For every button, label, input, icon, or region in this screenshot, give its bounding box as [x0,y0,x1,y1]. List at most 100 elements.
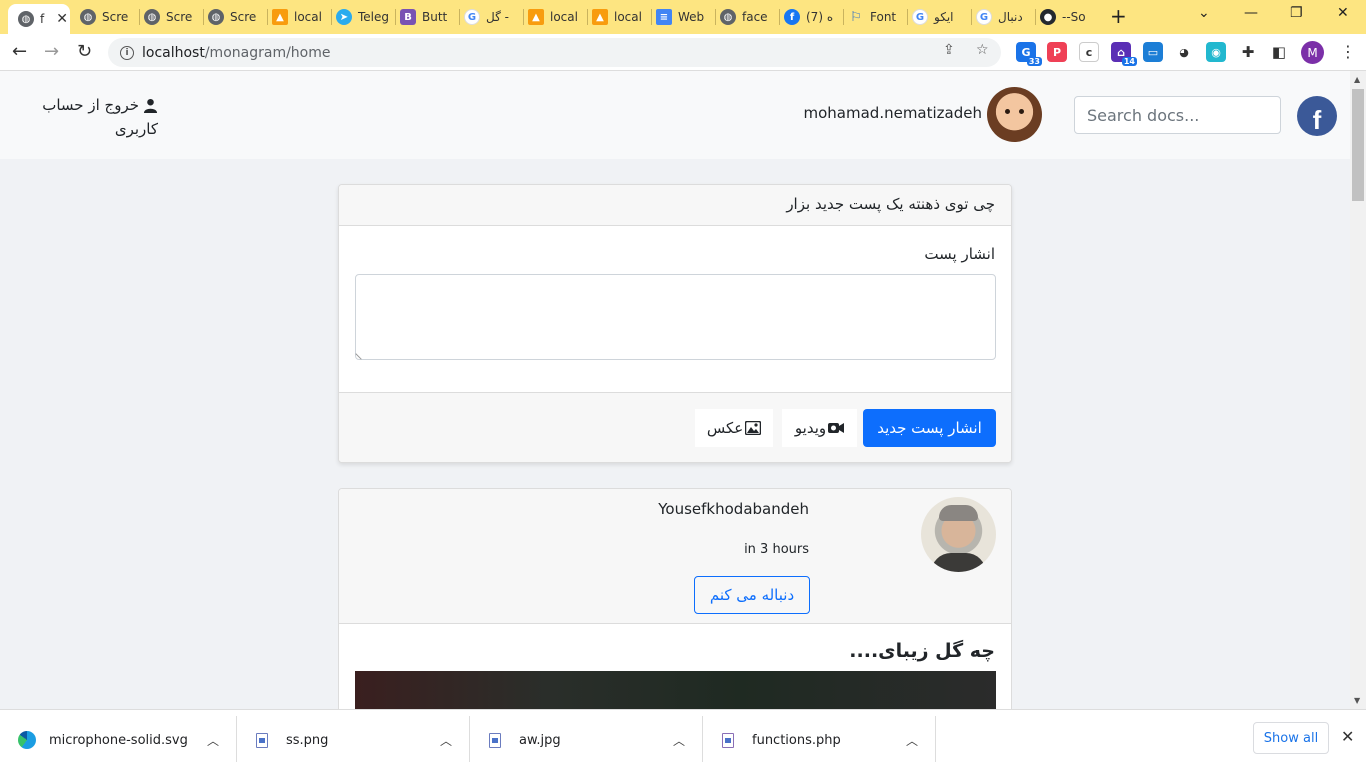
tab[interactable]: B Butt [400,6,460,28]
downloads-bar: microphone-solid.svg ︿ ss.png ︿ aw.jpg ︿… [0,709,1366,768]
tab[interactable]: ◍ Scre [144,6,204,28]
tab[interactable]: G ایکو [912,6,972,28]
minimize-icon[interactable]: — [1244,5,1258,21]
share-icon[interactable]: ⇪ [943,42,955,58]
tab[interactable]: G گل - [464,6,524,28]
chevron-up-icon[interactable]: ︿ [673,732,685,749]
author-avatar[interactable] [921,497,996,572]
scroll-up-icon[interactable]: ▲ [1354,75,1360,84]
avatar-shirt [931,553,986,572]
tab[interactable]: ◍ face [720,6,780,28]
post-card: Yousefkhodabandeh in 3 hours دنباله می ک… [338,488,1012,709]
tab[interactable]: ● --So [1040,6,1096,28]
show-all-downloads-button[interactable]: Show all [1253,722,1329,754]
side-panel-icon[interactable]: ◧ [1269,42,1289,62]
tab[interactable]: ▲ local [272,6,332,28]
follow-button[interactable]: دنباله می کنم [694,576,810,614]
post-author-name[interactable]: Yousefkhodabandeh [658,500,809,518]
add-photo-button[interactable]: عکس [695,409,773,447]
facebook-logo-icon[interactable]: f [1297,96,1337,136]
address-bar[interactable]: i localhost/monagram/home [108,38,1001,67]
close-downloads-icon[interactable]: ✕ [1341,727,1354,746]
bookmark-star-icon[interactable]: ☆ [976,42,989,58]
back-icon[interactable]: ← [12,41,27,63]
google-icon: G [464,9,480,25]
new-post-footer: انشار پست جدید ویدیو عکس [339,392,1011,462]
scroll-down-icon[interactable]: ▼ [1354,696,1360,705]
logout-label-line2: کاربری [114,120,158,138]
cat-extension-icon[interactable]: ◕ [1174,42,1194,62]
photo-button-label: عکس [706,419,744,437]
tab[interactable]: ▲ local [592,6,652,28]
post-image[interactable] [355,671,996,709]
pocket-extension-icon[interactable]: P [1047,42,1067,62]
page-scrollbar[interactable]: ▲ ▼ [1350,71,1366,709]
tab[interactable]: ◍ Scre [80,6,140,28]
resize-grip-icon[interactable] [355,348,367,360]
logout-link[interactable]: خروج از حساب کاربری [28,93,158,141]
download-filename: functions.php [752,732,841,748]
divider [702,716,703,762]
tab[interactable]: f (7) ه [784,6,844,28]
download-filename: microphone-solid.svg [49,732,188,748]
tab-search-chevron-icon[interactable]: ⌄ [1198,5,1210,21]
avatar-eye [1005,109,1010,114]
post-input-label: انشار پست [924,245,995,263]
site-navbar: f mohamad.nematizadeh خروج از حساب کاربر… [0,71,1350,159]
url-host: localhost [142,44,205,61]
publish-post-button[interactable]: انشار پست جدید [863,409,996,447]
tab[interactable]: ➤ Teleg [336,6,396,28]
extensions-puzzle-icon[interactable]: ✚ [1238,42,1258,62]
tab-title: f [40,12,45,26]
profile-avatar[interactable]: M [1301,41,1324,64]
chevron-up-icon[interactable]: ︿ [906,732,918,749]
camera-extension-icon[interactable]: ◉ [1206,42,1226,62]
reload-icon[interactable]: ↻ [77,41,92,63]
extension-badge: 33 [1026,57,1042,66]
download-filename: ss.png [286,732,329,748]
browser-toolbar: ← → ↻ i localhost/monagram/home ⇪ ☆ G 33 … [0,34,1366,71]
forward-icon[interactable]: → [44,41,59,63]
post-textarea[interactable] [355,274,996,360]
tab[interactable]: ⚐ Font [848,6,908,28]
tab[interactable]: ≡ Web [656,6,716,28]
download-item[interactable]: ss.png [256,718,328,762]
tab-title: ایکو [934,10,954,24]
tab-active[interactable]: ◍ f ✕ [8,4,70,34]
video-camera-icon [828,423,845,433]
add-video-button[interactable]: ویدیو [782,409,857,447]
logout-label-line1: خروج از حساب [42,96,139,114]
window-close-icon[interactable]: ✕ [1337,5,1349,21]
school-extension-icon[interactable]: ⌂ 14 [1111,42,1137,66]
download-item[interactable]: functions.php [722,718,841,762]
screen-extension-icon[interactable]: ▭ [1143,42,1163,62]
search-input[interactable] [1074,96,1281,134]
divider [236,716,237,762]
docs-icon: ≡ [656,9,672,25]
user-avatar[interactable] [987,87,1042,142]
user-name-link[interactable]: mohamad.nematizadeh [804,104,983,122]
tab[interactable]: ◍ Scre [208,6,268,28]
tab[interactable]: G دنبال [976,6,1036,28]
site-info-icon[interactable]: i [120,45,134,60]
video-button-label: ویدیو [794,419,827,437]
translate-extension-icon[interactable]: G 33 [1016,42,1042,66]
browser-menu-icon[interactable]: ⋮ [1340,42,1356,61]
tab-title: گل - [486,10,509,24]
download-item[interactable]: aw.jpg [489,718,561,762]
c-extension-icon[interactable]: c [1079,42,1099,62]
chevron-up-icon[interactable]: ︿ [207,732,219,749]
divider [935,716,936,762]
close-icon[interactable]: ✕ [56,11,68,27]
chevron-up-icon[interactable]: ︿ [440,732,452,749]
tab-title: local [550,10,578,24]
page-viewport: f mohamad.nematizadeh خروج از حساب کاربر… [0,71,1350,709]
new-tab-button[interactable]: + [1110,6,1127,26]
download-item[interactable]: microphone-solid.svg [18,718,188,762]
extension-badge: 14 [1121,57,1137,66]
tab-title: local [614,10,642,24]
scrollbar-thumb[interactable] [1352,89,1364,201]
tab[interactable]: ▲ local [528,6,588,28]
restore-icon[interactable]: ❐ [1290,5,1303,21]
avatar-eye [1019,109,1024,114]
